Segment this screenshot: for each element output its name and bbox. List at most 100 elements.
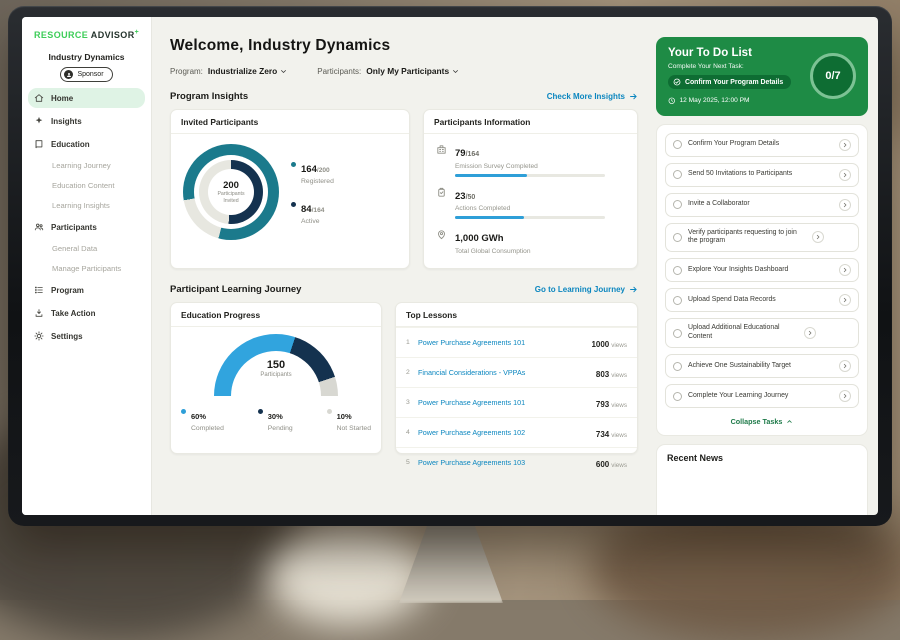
collapse-tasks-link[interactable]: Collapse Tasks — [665, 414, 859, 427]
lesson-views-label: views — [611, 372, 627, 379]
program-filter-dropdown[interactable]: Industrialize Zero — [208, 66, 287, 76]
chevron-right-icon — [842, 363, 848, 369]
sidebar-item-education[interactable]: Education — [28, 134, 145, 154]
lesson-views: 600 — [596, 460, 609, 469]
lesson-title-link[interactable]: Power Purchase Agreements 101 — [418, 398, 596, 407]
go-to-learning-journey-link[interactable]: Go to Learning Journey — [535, 285, 638, 294]
lesson-title-link[interactable]: Financial Considerations - VPPAs — [418, 368, 596, 377]
sidebar-item-program[interactable]: Program — [28, 280, 145, 300]
check-more-insights-link[interactable]: Check More Insights — [547, 92, 638, 101]
task-row[interactable]: Upload Additional Educational Content — [665, 318, 859, 348]
task-row[interactable]: Verify participants requesting to join t… — [665, 223, 859, 253]
legend-label: Pending — [268, 425, 293, 432]
participants-filter-dropdown[interactable]: Only My Participants — [366, 66, 459, 76]
invited-card-body: 200 Participants Invited 164/200 — [171, 134, 409, 250]
task-open-button[interactable] — [839, 199, 851, 211]
sidebar: RESOURCE ADVISOR+ Industry Dynamics Spon… — [22, 17, 152, 515]
task-open-button[interactable] — [839, 294, 851, 306]
task-row[interactable]: Confirm Your Program Details — [665, 133, 859, 157]
lesson-rank: 3 — [406, 399, 418, 406]
task-row[interactable]: Complete Your Learning Journey — [665, 384, 859, 408]
sidebar-item-education-content[interactable]: Education Content — [28, 177, 145, 194]
link-label: Check More Insights — [547, 92, 625, 101]
sidebar-item-general-data[interactable]: General Data — [28, 240, 145, 257]
person-icon — [64, 70, 73, 79]
task-open-button[interactable] — [839, 169, 851, 181]
lesson-row: 2 Financial Considerations - VPPAs 803vi… — [396, 357, 637, 387]
sidebar-item-participants[interactable]: Participants — [28, 217, 145, 237]
sidebar-item-label: General Data — [52, 244, 97, 253]
education-gauge: 150 Participants — [214, 334, 338, 396]
education-progress-card: Education Progress 150 Participants — [170, 302, 382, 454]
sidebar-item-take-action[interactable]: Take Action — [28, 303, 145, 323]
legend-item-registered: 164/200 Registered — [291, 159, 334, 185]
program-filter: Program: Industrialize Zero — [170, 66, 287, 76]
task-checkbox[interactable] — [673, 392, 682, 401]
task-list: Confirm Your Program Details Send 50 Inv… — [656, 124, 868, 437]
task-checkbox[interactable] — [673, 266, 682, 275]
sidebar-item-learning-insights[interactable]: Learning Insights — [28, 197, 145, 214]
task-row[interactable]: Achieve One Sustainability Target — [665, 354, 859, 378]
chevron-right-icon — [815, 234, 821, 240]
task-checkbox[interactable] — [673, 296, 682, 305]
legend-dot-teal — [291, 162, 296, 167]
legend-value: 84 — [301, 204, 312, 215]
sidebar-item-manage-participants[interactable]: Manage Participants — [28, 260, 145, 277]
stat-label: Total Global Consumption — [455, 248, 531, 255]
legend-value: 164 — [301, 164, 317, 175]
sidebar-item-settings[interactable]: Settings — [28, 326, 145, 346]
gauge-center-label: Participants — [214, 372, 338, 378]
task-open-button[interactable] — [839, 264, 851, 276]
legend-label: Not Started — [337, 425, 371, 432]
task-row[interactable]: Upload Spend Data Records — [665, 288, 859, 312]
task-checkbox[interactable] — [673, 170, 682, 179]
lesson-row: 3 Power Purchase Agreements 101 793views — [396, 387, 637, 417]
task-row[interactable]: Send 50 Invitations to Participants — [665, 163, 859, 187]
task-checkbox[interactable] — [673, 329, 682, 338]
invited-donut-gap: 200 Participants Invited — [194, 155, 268, 229]
lesson-title-link[interactable]: Power Purchase Agreements 102 — [418, 428, 596, 437]
task-checkbox[interactable] — [673, 200, 682, 209]
legend-item-completed: 60% Completed — [181, 406, 224, 432]
sponsor-badge[interactable]: Sponsor — [60, 67, 112, 82]
app-logo: RESOURCE ADVISOR+ — [22, 27, 151, 40]
task-checkbox[interactable] — [673, 140, 682, 149]
task-open-button[interactable] — [839, 139, 851, 151]
collapse-tasks-label: Collapse Tasks — [731, 417, 783, 426]
org-name: Industry Dynamics — [22, 52, 151, 62]
monitor-bezel: RESOURCE ADVISOR+ Industry Dynamics Spon… — [8, 6, 892, 526]
insights-icon — [34, 116, 44, 126]
task-open-button[interactable] — [839, 360, 851, 372]
task-label: Explore Your Insights Dashboard — [688, 266, 833, 275]
lesson-title-link[interactable]: Power Purchase Agreements 101 — [418, 338, 591, 347]
sidebar-item-insights[interactable]: Insights — [28, 111, 145, 131]
todo-next-task-pill[interactable]: Confirm Your Program Details — [668, 75, 791, 89]
task-open-button[interactable] — [804, 327, 816, 339]
stat-progress-fill — [455, 216, 524, 219]
task-checkbox[interactable] — [673, 233, 682, 242]
task-checkbox[interactable] — [673, 362, 682, 371]
stat-progress-fill — [455, 174, 527, 177]
chevron-down-icon — [452, 68, 459, 75]
chevron-right-icon — [842, 172, 848, 178]
task-open-button[interactable] — [812, 231, 824, 243]
legend-dot-blue — [181, 409, 186, 414]
stat-progress-track — [455, 216, 605, 219]
lesson-rank: 1 — [406, 339, 418, 346]
lesson-title-link[interactable]: Power Purchase Agreements 103 — [418, 458, 596, 467]
card-title: Education Progress — [171, 303, 381, 327]
building-icon — [436, 144, 447, 155]
sidebar-item-home[interactable]: Home — [28, 88, 145, 108]
card-title: Participants Information — [424, 110, 637, 134]
stat-total: /164 — [466, 151, 480, 158]
stat-progress-track — [455, 174, 605, 177]
legend-total: /200 — [317, 167, 330, 174]
task-row[interactable]: Invite a Collaborator — [665, 193, 859, 217]
chevron-right-icon — [842, 297, 848, 303]
stat-label: Emission Survey Completed — [455, 163, 605, 170]
sidebar-item-learning-journey[interactable]: Learning Journey — [28, 157, 145, 174]
task-row[interactable]: Explore Your Insights Dashboard — [665, 258, 859, 282]
task-open-button[interactable] — [839, 390, 851, 402]
program-filter-label: Program: — [170, 67, 203, 76]
location-pin-icon — [436, 229, 447, 240]
